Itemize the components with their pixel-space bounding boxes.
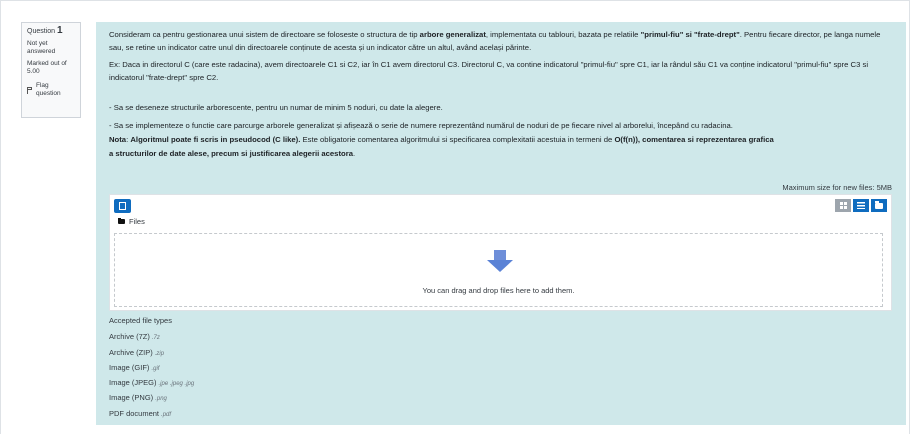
question-info-panel: Question 1 Not yet answered Marked out of… [21,22,81,118]
flag-question-label: Flag question [36,82,61,97]
max-file-size: Maximum size for new files: 5MB [782,183,892,192]
file-type-item: Image (PNG) .png [109,393,167,403]
view-icons-button[interactable] [835,199,851,212]
file-type-item: Image (GIF) .gif [109,362,160,372]
question-paragraph-2: Ex: Daca in directorul C (care este rada… [109,59,869,83]
folder-icon [875,200,883,209]
arrow-down-icon [487,250,513,274]
question-text: Consideram ca pentru gestionarea unui si… [109,28,894,160]
path-label: Files [129,217,145,226]
question-note: Nota: Algoritmul poate fi scris in pseud… [109,135,774,158]
list-icon [857,202,865,209]
drop-zone-text: You can drag and drop files here to add … [422,286,575,295]
question-paragraph-3: - Sa se deseneze structurile arborescent… [109,102,443,112]
file-type-item: PDF document .pdf [109,408,172,418]
question-content: Consideram ca pentru gestionarea unui si… [96,22,906,425]
drop-zone[interactable]: You can drag and drop files here to add … [114,233,883,307]
accepted-file-types: Accepted file types Archive (7Z) .7z Arch… [109,314,194,422]
file-type-item: Image (JPEG) .jpe .jpeg .jpg [109,378,195,388]
flag-icon [27,86,33,94]
view-details-button[interactable] [853,199,869,212]
file-type-item: Archive (7Z) .7z [109,332,160,342]
file-manager: Files You can drag and drop files here t… [109,194,892,311]
view-tree-button[interactable] [871,199,887,212]
flag-question-link[interactable]: Flag question [27,82,75,98]
question-paragraph-4: - Sa se implementeze o functie care parc… [109,121,733,131]
accepted-types-heading: Accepted file types [109,316,172,325]
file-type-item: Archive (ZIP) .zip [109,347,165,357]
question-number: Question 1 [27,25,63,36]
question-grade: Marked out of 5.00 [27,60,67,75]
file-icon [119,202,126,210]
path-bar[interactable]: Files [118,217,145,226]
question-paragraph-1: Consideram ca pentru gestionarea unui si… [109,30,881,53]
folder-icon [118,217,125,224]
view-switcher [835,199,887,212]
add-file-button[interactable] [114,199,131,213]
question-state: Not yet answered [27,40,56,55]
grid-icon [839,202,847,209]
